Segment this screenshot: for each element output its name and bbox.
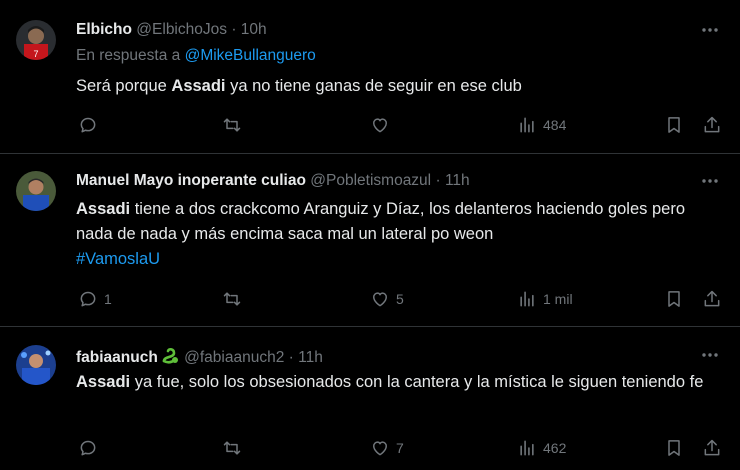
tweet-text: Será porque Assadi ya no tiene ganas de … (76, 74, 716, 99)
share-icon (704, 290, 720, 307)
heart-icon (373, 118, 387, 133)
tweet-header: fabiaanuch @fabiaanuch2 · 11h (76, 345, 323, 366)
tweet-1[interactable]: 7 Elbicho @ElbichoJos · 10h En respuesta… (0, 0, 740, 154)
text-bold: Assadi (76, 200, 131, 218)
views-button[interactable]: 1 mil (517, 288, 573, 310)
share-button[interactable] (702, 288, 722, 310)
like-button[interactable]: 7 (370, 437, 404, 459)
heart-icon (373, 292, 387, 307)
separator-dot: · (288, 349, 294, 366)
views-count: 1 mil (543, 291, 573, 307)
more-options-icon[interactable] (700, 20, 720, 40)
handle[interactable]: @ElbichoJos (136, 21, 227, 38)
hashtag-link[interactable]: #VamoslaU (76, 250, 160, 268)
action-bar: 7 462 (76, 437, 726, 459)
like-button[interactable] (370, 114, 396, 136)
views-chart-icon (520, 117, 534, 133)
share-icon (704, 116, 720, 133)
reply-count: 1 (104, 291, 112, 307)
reply-handle-link[interactable]: @MikeBullanguero (185, 47, 316, 64)
tweet-text: Assadi tiene a dos crackcomo Aranguiz y … (76, 197, 716, 272)
views-count: 462 (543, 440, 567, 456)
bookmark-icon (668, 117, 680, 133)
bookmark-icon (668, 440, 680, 456)
reply-button[interactable] (78, 437, 104, 459)
text-pre: Será porque (76, 77, 172, 95)
bookmark-button[interactable] (664, 114, 684, 136)
bookmark-icon (668, 291, 680, 307)
tweet-header: Manuel Mayo inoperante culiao @Pobletism… (76, 171, 470, 191)
views-chart-icon (520, 291, 534, 307)
retweet-icon (223, 118, 241, 132)
tweet-2[interactable]: Manuel Mayo inoperante culiao @Pobletism… (0, 154, 740, 327)
separator-dot: · (435, 172, 441, 189)
heart-icon (373, 441, 387, 456)
more-options-icon[interactable] (700, 171, 720, 191)
bookmark-button[interactable] (664, 437, 684, 459)
timestamp[interactable]: 11h (445, 172, 470, 189)
reply-button[interactable]: 1 (78, 288, 112, 310)
avatar[interactable]: 7 (16, 20, 56, 60)
like-count: 7 (396, 440, 404, 456)
separator-dot: · (231, 21, 237, 38)
retweet-button[interactable] (222, 114, 248, 136)
avatar[interactable] (16, 345, 56, 385)
views-chart-icon (520, 440, 534, 456)
action-bar: 484 (76, 114, 726, 136)
bookmark-button[interactable] (664, 288, 684, 310)
reply-button[interactable] (78, 114, 104, 136)
text-post: ya fue, solo los obsesionados con la can… (130, 373, 704, 391)
svg-text:7: 7 (33, 49, 38, 59)
text-post: tiene a dos crackcomo Aranguiz y Díaz, l… (76, 200, 686, 243)
retweet-button[interactable] (222, 437, 248, 459)
handle[interactable]: @Pobletismoazul (310, 172, 431, 189)
share-button[interactable] (702, 114, 722, 136)
handle[interactable]: @fabiaanuch2 (184, 349, 284, 366)
snake-emoji-icon (160, 345, 180, 371)
display-name[interactable]: fabiaanuch (76, 349, 158, 366)
tweet-header: Elbicho @ElbichoJos · 10h (76, 20, 267, 40)
tweet-3[interactable]: fabiaanuch @fabiaanuch2 · 11h Assadi ya … (0, 327, 740, 470)
views-button[interactable]: 462 (517, 437, 566, 459)
retweet-icon (223, 292, 241, 306)
reply-icon (80, 117, 96, 133)
avatar[interactable] (16, 171, 56, 211)
text-post: ya no tiene ganas de seguir en ese club (225, 77, 522, 95)
display-name[interactable]: Manuel Mayo inoperante culiao (76, 172, 306, 189)
retweet-icon (223, 441, 241, 455)
share-icon (704, 439, 720, 456)
reply-prefix: En respuesta a (76, 47, 181, 64)
action-bar: 1 5 1 mil (76, 288, 726, 310)
share-button[interactable] (702, 437, 722, 459)
text-bold: Assadi (76, 373, 131, 391)
like-button[interactable]: 5 (370, 288, 404, 310)
like-count: 5 (396, 291, 404, 307)
display-name[interactable]: Elbicho (76, 21, 132, 38)
reply-icon (80, 291, 96, 307)
retweet-button[interactable] (222, 288, 248, 310)
reply-icon (80, 440, 96, 456)
timestamp[interactable]: 10h (241, 21, 267, 38)
reply-context: En respuesta a @MikeBullanguero (76, 46, 316, 66)
timestamp[interactable]: 11h (298, 349, 323, 366)
tweet-text: Assadi ya fue, solo los obsesionados con… (76, 370, 716, 395)
more-options-icon[interactable] (700, 345, 720, 365)
text-bold: Assadi (171, 77, 226, 95)
views-button[interactable]: 484 (517, 114, 566, 136)
views-count: 484 (543, 117, 567, 133)
